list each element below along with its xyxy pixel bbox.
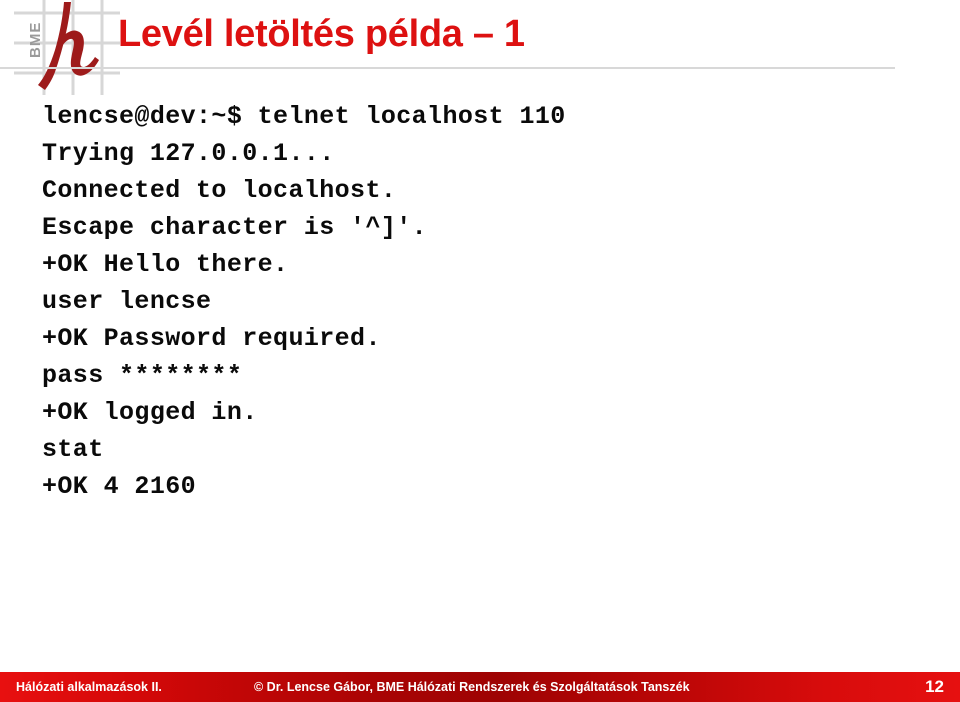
terminal-line: lencse@dev:~$ telnet localhost 110 [42, 102, 566, 131]
bme-logo: BME [14, 0, 120, 95]
terminal-line: Trying 127.0.0.1... [42, 139, 335, 168]
terminal-line: stat [42, 435, 104, 464]
terminal-line: Escape character is '^]'. [42, 213, 428, 242]
terminal-line: +OK Password required. [42, 324, 381, 353]
slide-header: BME Levél letöltés példa – 1 [0, 0, 960, 95]
header-divider [0, 67, 895, 69]
terminal-transcript: lencse@dev:~$ telnet localhost 110 Tryin… [42, 98, 932, 505]
terminal-line: +OK Hello there. [42, 250, 289, 279]
footer-course-label: Hálózati alkalmazások II. [16, 680, 162, 694]
footer-page-number: 12 [925, 677, 944, 696]
terminal-line: pass ******** [42, 361, 243, 390]
terminal-line: Connected to localhost. [42, 176, 397, 205]
terminal-line: user lencse [42, 287, 212, 316]
slide-footer: Hálózati alkalmazások II. © Dr. Lencse G… [0, 668, 960, 702]
page-title: Levél letöltés példa – 1 [118, 13, 525, 55]
terminal-line: +OK 4 2160 [42, 472, 197, 501]
svg-text:BME: BME [27, 22, 44, 58]
terminal-line: +OK logged in. [42, 398, 258, 427]
footer-copyright: © Dr. Lencse Gábor, BME Hálózati Rendsze… [254, 680, 690, 694]
